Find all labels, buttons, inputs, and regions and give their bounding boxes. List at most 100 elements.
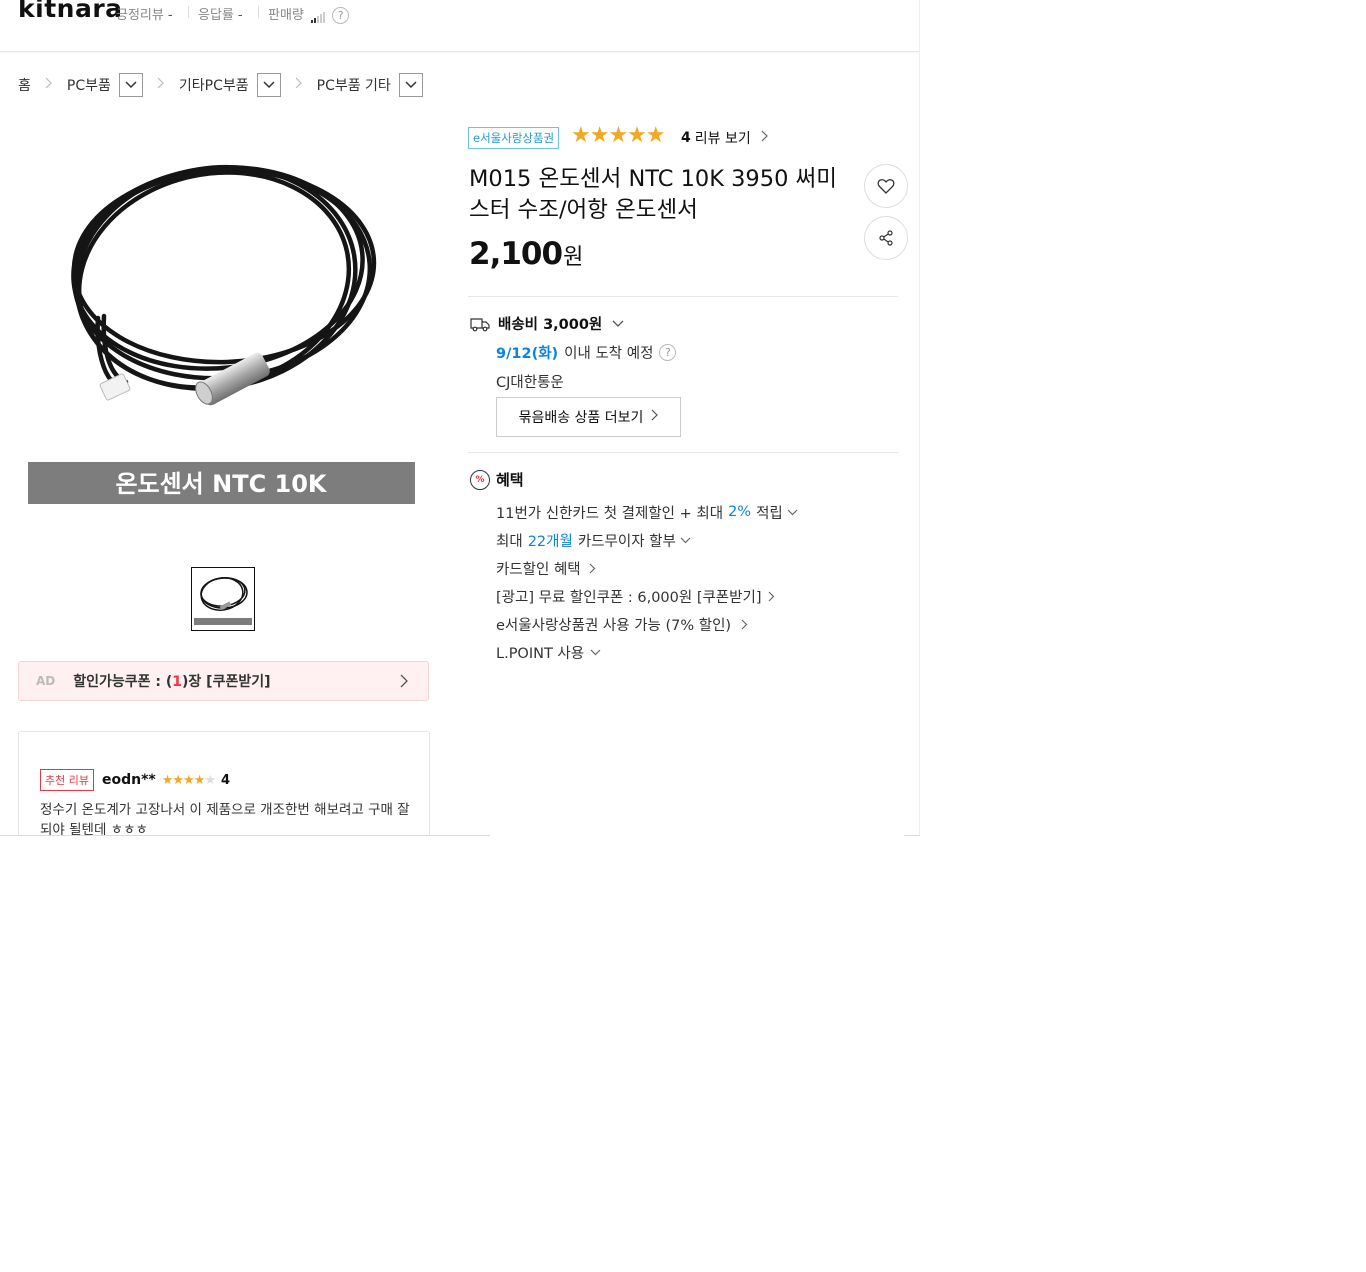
chevron-right-icon bbox=[157, 77, 165, 93]
bundle-shipping-label: 묶음배송 상품 더보기 bbox=[518, 410, 644, 426]
product-title: M015 온도센서 NTC 10K 3950 써미스터 수조/어항 온도센서 bbox=[469, 166, 837, 223]
breadcrumb-other-pc-parts: 기타PC부품 bbox=[179, 73, 281, 97]
response-rate-label: 응답률 bbox=[198, 8, 234, 23]
sales-volume-stat: 판매량 ? bbox=[268, 4, 350, 24]
product-page-frame: kitnara 긍정리뷰 - 응답률 - 판매량 ? 홈 PC부품 기타PC부품… bbox=[0, 0, 920, 836]
carrier-name: CJ대한통운 bbox=[496, 375, 564, 391]
chevron-right-icon bbox=[768, 591, 775, 602]
benefit-text: L.POINT 사용 bbox=[496, 645, 585, 662]
shipping-fee-row[interactable]: 배송비 3,000원 bbox=[470, 313, 624, 334]
benefit-card-discount[interactable]: 11번가 신한카드 첫 결제할인 + 최대 2% 적립 bbox=[496, 498, 798, 526]
benefit-gift-certificate[interactable]: e서울사랑상품권 사용 가능 (7% 할인) bbox=[496, 610, 798, 638]
seller-name[interactable]: kitnara bbox=[18, 0, 123, 23]
benefit-text: 적립 bbox=[756, 505, 783, 522]
divider bbox=[468, 452, 898, 453]
rating-stars-icon: ★★★★★ bbox=[571, 123, 666, 148]
benefits-list: 11번가 신한카드 첫 결제할인 + 최대 2% 적립 최대 22개월 카드무이… bbox=[496, 498, 798, 666]
chevron-down-icon bbox=[612, 316, 624, 332]
positive-review-value: - bbox=[167, 8, 173, 23]
temperature-sensor-cable-image: 온도센서 NTC 10K bbox=[28, 164, 415, 504]
percent-icon: % bbox=[470, 469, 490, 490]
benefit-ad-coupon[interactable]: [광고] 무료 할인쿠폰 : 6,000원 [쿠폰받기] bbox=[496, 582, 798, 610]
review-count: 4 bbox=[681, 130, 691, 146]
wishlist-button[interactable] bbox=[864, 164, 908, 208]
chevron-down-icon[interactable] bbox=[256, 73, 281, 97]
breadcrumb-pc-parts-label[interactable]: PC부품 bbox=[67, 75, 111, 95]
review-link[interactable]: 4 리뷰 보기 bbox=[681, 128, 768, 148]
benefit-highlight: 22개월 bbox=[527, 533, 573, 550]
seller-bar: kitnara 긍정리뷰 - 응답률 - 판매량 ? bbox=[0, 0, 919, 52]
benefit-installment[interactable]: 최대 22개월 카드무이자 할부 bbox=[496, 526, 798, 554]
recommended-review-badge: 추천 리뷰 bbox=[40, 769, 94, 791]
coupon-count: 1 bbox=[172, 674, 183, 690]
image-caption: 온도센서 NTC 10K bbox=[115, 470, 327, 498]
breadcrumb: 홈 PC부품 기타PC부품 PC부품 기타 bbox=[18, 72, 423, 98]
shipping-fee: 배송비 3,000원 bbox=[498, 317, 603, 333]
review-score: 4 bbox=[221, 772, 231, 788]
bundle-shipping-button[interactable]: 묶음배송 상품 더보기 bbox=[496, 397, 681, 437]
chevron-down-icon[interactable] bbox=[118, 73, 143, 97]
recommended-review-card[interactable]: 추천 리뷰 eodn** ★★★★★ 4 정수기 온도계가 고장나서 이 제품으… bbox=[18, 731, 430, 836]
frame-border bbox=[904, 835, 920, 836]
product-thumbnail[interactable] bbox=[191, 567, 255, 631]
share-button[interactable] bbox=[864, 216, 908, 260]
coupon-banner[interactable]: AD 할인가능쿠폰 : (1)장 [쿠폰받기] bbox=[18, 661, 429, 701]
breadcrumb-home[interactable]: 홈 bbox=[18, 75, 31, 95]
delivery-truck-icon bbox=[470, 317, 490, 331]
help-icon[interactable]: ? bbox=[659, 344, 677, 361]
review-header: 추천 리뷰 eodn** ★★★★★ 4 bbox=[40, 769, 230, 791]
breadcrumb-pc-parts-etc: PC부품 기타 bbox=[317, 73, 423, 97]
heart-icon bbox=[877, 179, 895, 194]
benefit-text: 카드무이자 할부 bbox=[577, 533, 676, 550]
chevron-right-icon bbox=[589, 563, 596, 574]
benefit-highlight: 2% bbox=[728, 504, 752, 520]
chevron-down-icon bbox=[680, 537, 691, 544]
benefits-header: % 혜택 bbox=[470, 469, 524, 490]
chevron-down-icon bbox=[787, 509, 798, 516]
help-icon[interactable]: ? bbox=[332, 7, 350, 24]
review-username: eodn** bbox=[101, 772, 156, 788]
product-main-image[interactable]: 온도센서 NTC 10K bbox=[18, 128, 428, 538]
stat-divider bbox=[188, 6, 189, 18]
benefit-lpoint[interactable]: L.POINT 사용 bbox=[496, 638, 798, 666]
benefit-card-offers[interactable]: 카드할인 혜택 bbox=[496, 554, 798, 582]
chevron-right-icon bbox=[651, 409, 659, 425]
chevron-down-icon bbox=[590, 649, 601, 656]
breadcrumb-pc-parts-etc-label[interactable]: PC부품 기타 bbox=[317, 75, 391, 95]
benefit-text: 11번가 신한카드 첫 결제할인 + 최대 bbox=[496, 505, 724, 522]
chevron-down-icon[interactable] bbox=[398, 73, 423, 97]
benefit-text: 최대 bbox=[496, 533, 523, 550]
sales-volume-bars-icon bbox=[311, 8, 326, 23]
benefit-text: [광고] 무료 할인쿠폰 : 6,000원 [쿠폰받기] bbox=[496, 589, 762, 606]
arrival-date: 9/12(화) bbox=[496, 346, 559, 362]
arrival-text: 이내 도착 예정 bbox=[564, 346, 654, 362]
positive-review-label: 긍정리뷰 bbox=[116, 8, 164, 23]
review-stars-icon: ★★★★★ bbox=[161, 772, 216, 788]
benefit-text: 카드할인 혜택 bbox=[496, 561, 581, 578]
benefits-title: 혜택 bbox=[496, 471, 524, 489]
chevron-right-icon bbox=[400, 674, 408, 692]
coupon-prefix: 할인가능쿠폰 : ( bbox=[73, 674, 173, 690]
positive-review-stat: 긍정리뷰 - bbox=[116, 4, 173, 23]
chevron-right-icon bbox=[741, 619, 748, 630]
gift-certificate-badge: e서울사랑상품권 bbox=[468, 127, 560, 149]
stat-divider bbox=[258, 6, 259, 18]
price-value: 2,100 bbox=[469, 236, 563, 272]
product-price: 2,100원 bbox=[469, 236, 583, 272]
frame-border bbox=[0, 835, 490, 836]
divider bbox=[468, 296, 898, 297]
breadcrumb-pc-parts: PC부품 bbox=[67, 73, 143, 97]
review-text: 정수기 온도계가 고장나서 이 제품으로 개조한번 해보려고 구매 잘되야 될텐… bbox=[40, 802, 410, 836]
coupon-text: 할인가능쿠폰 : (1)장 [쿠폰받기] bbox=[73, 671, 270, 691]
arrival-estimate: 9/12(화) 이내 도착 예정 ? bbox=[496, 342, 677, 363]
ad-tag: AD bbox=[36, 674, 56, 688]
thumbnail-image bbox=[194, 577, 252, 625]
benefit-text: e서울사랑상품권 사용 가능 (7% 할인) bbox=[496, 617, 732, 634]
response-rate-stat: 응답률 - bbox=[198, 4, 243, 23]
price-unit: 원 bbox=[563, 245, 583, 270]
breadcrumb-other-pc-parts-label[interactable]: 기타PC부품 bbox=[179, 75, 249, 95]
sales-volume-label: 판매량 bbox=[268, 8, 304, 23]
response-rate-value: - bbox=[237, 8, 243, 23]
review-link-label: 리뷰 보기 bbox=[694, 131, 751, 147]
chevron-right-icon bbox=[761, 130, 768, 146]
